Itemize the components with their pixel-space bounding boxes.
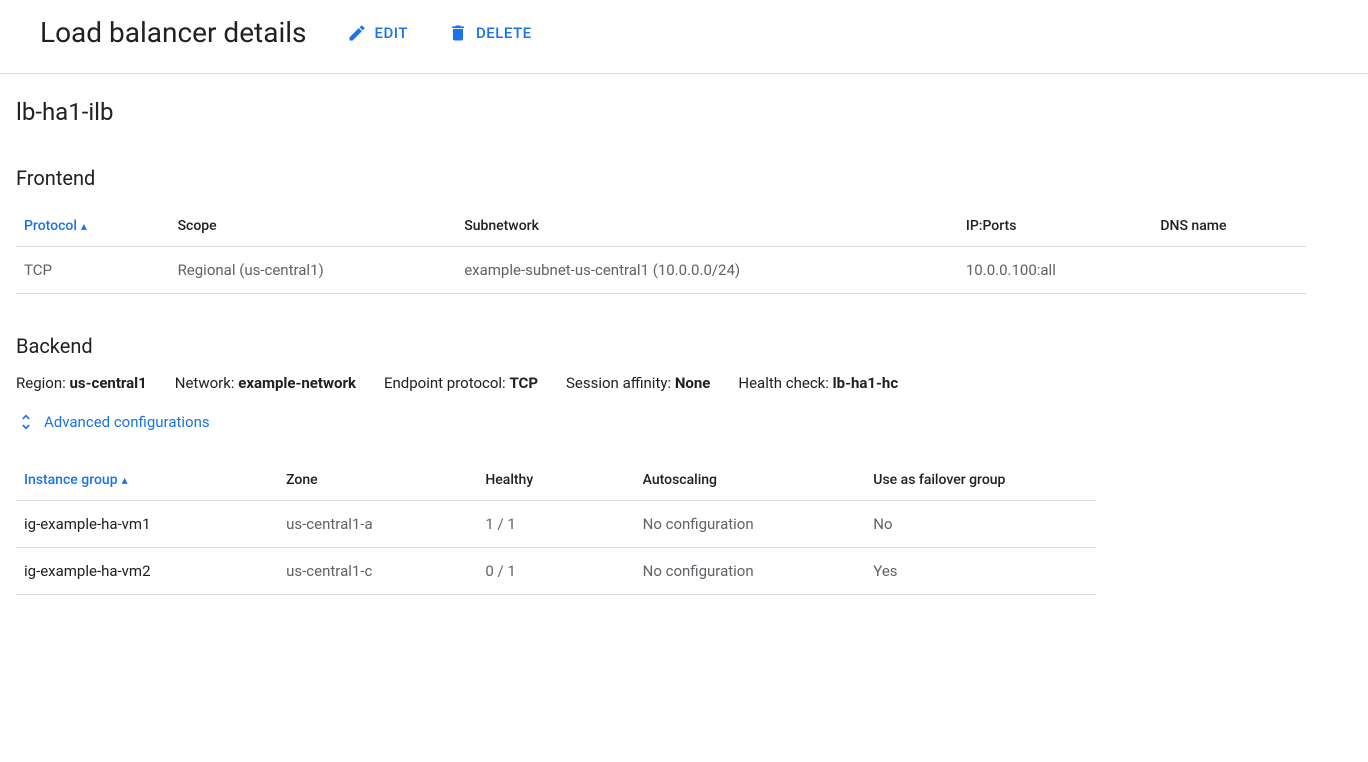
backend-network: Network: example-network xyxy=(175,374,356,392)
frontend-subnetwork: example-subnet-us-central1 (10.0.0.0/24) xyxy=(456,247,958,294)
backend-section-title: Backend xyxy=(16,334,1352,358)
frontend-ipports: 10.0.0.100:all xyxy=(958,247,1153,294)
backend-instance-group: ig-example-ha-vm1 xyxy=(16,501,278,548)
backend-col-healthy[interactable]: Healthy xyxy=(477,460,634,501)
expand-icon xyxy=(16,412,36,432)
backend-col-autoscaling[interactable]: Autoscaling xyxy=(635,460,866,501)
frontend-dns xyxy=(1152,247,1306,294)
table-row: TCP Regional (us-central1) example-subne… xyxy=(16,247,1306,294)
frontend-header-row: Protocol▴ Scope Subnetwork IP:Ports DNS … xyxy=(16,206,1306,247)
advanced-configurations-toggle[interactable]: Advanced configurations xyxy=(16,412,1352,432)
backend-zone: us-central1-a xyxy=(278,501,477,548)
edit-icon xyxy=(347,23,367,43)
backend-healthy: 0 / 1 xyxy=(477,548,634,595)
backend-session-affinity: Session affinity: None xyxy=(566,374,710,392)
frontend-col-protocol[interactable]: Protocol▴ xyxy=(16,206,170,247)
delete-icon xyxy=(448,23,468,43)
sort-up-icon: ▴ xyxy=(122,473,128,487)
backend-healthy: 1 / 1 xyxy=(477,501,634,548)
load-balancer-name: lb-ha1-ilb xyxy=(16,98,1352,126)
table-row: ig-example-ha-vm2 us-central1-c 0 / 1 No… xyxy=(16,548,1096,595)
backend-instance-group: ig-example-ha-vm2 xyxy=(16,548,278,595)
frontend-protocol: TCP xyxy=(16,247,170,294)
backend-endpoint-protocol: Endpoint protocol: TCP xyxy=(384,374,538,392)
advanced-configurations-label: Advanced configurations xyxy=(44,413,210,431)
backend-autoscaling: No configuration xyxy=(635,501,866,548)
backend-table: Instance group▴ Zone Healthy Autoscaling… xyxy=(16,460,1096,595)
delete-button[interactable]: DELETE xyxy=(448,23,532,43)
backend-region: Region: us-central1 xyxy=(16,374,147,392)
backend-failover: Yes xyxy=(865,548,1096,595)
edit-button[interactable]: EDIT xyxy=(347,23,408,43)
backend-col-instance-group[interactable]: Instance group▴ xyxy=(16,460,278,501)
frontend-table: Protocol▴ Scope Subnetwork IP:Ports DNS … xyxy=(16,206,1306,294)
header-bar: Load balancer details EDIT DELETE xyxy=(0,0,1368,74)
edit-label: EDIT xyxy=(375,24,408,42)
backend-col-zone[interactable]: Zone xyxy=(278,460,477,501)
table-row: ig-example-ha-vm1 us-central1-a 1 / 1 No… xyxy=(16,501,1096,548)
backend-header-row: Instance group▴ Zone Healthy Autoscaling… xyxy=(16,460,1096,501)
backend-failover: No xyxy=(865,501,1096,548)
frontend-section-title: Frontend xyxy=(16,166,1352,190)
backend-meta: Region: us-central1 Network: example-net… xyxy=(16,374,1352,392)
backend-zone: us-central1-c xyxy=(278,548,477,595)
frontend-col-dns[interactable]: DNS name xyxy=(1152,206,1306,247)
frontend-col-ipports[interactable]: IP:Ports xyxy=(958,206,1153,247)
frontend-col-subnetwork[interactable]: Subnetwork xyxy=(456,206,958,247)
backend-health-check: Health check: lb-ha1-hc xyxy=(738,374,898,392)
sort-up-icon: ▴ xyxy=(81,219,87,233)
backend-col-failover[interactable]: Use as failover group xyxy=(865,460,1096,501)
content: lb-ha1-ilb Frontend Protocol▴ Scope Subn… xyxy=(0,74,1368,659)
frontend-col-scope[interactable]: Scope xyxy=(170,206,457,247)
backend-autoscaling: No configuration xyxy=(635,548,866,595)
page-title: Load balancer details xyxy=(40,16,307,49)
delete-label: DELETE xyxy=(476,24,532,42)
frontend-scope: Regional (us-central1) xyxy=(170,247,457,294)
